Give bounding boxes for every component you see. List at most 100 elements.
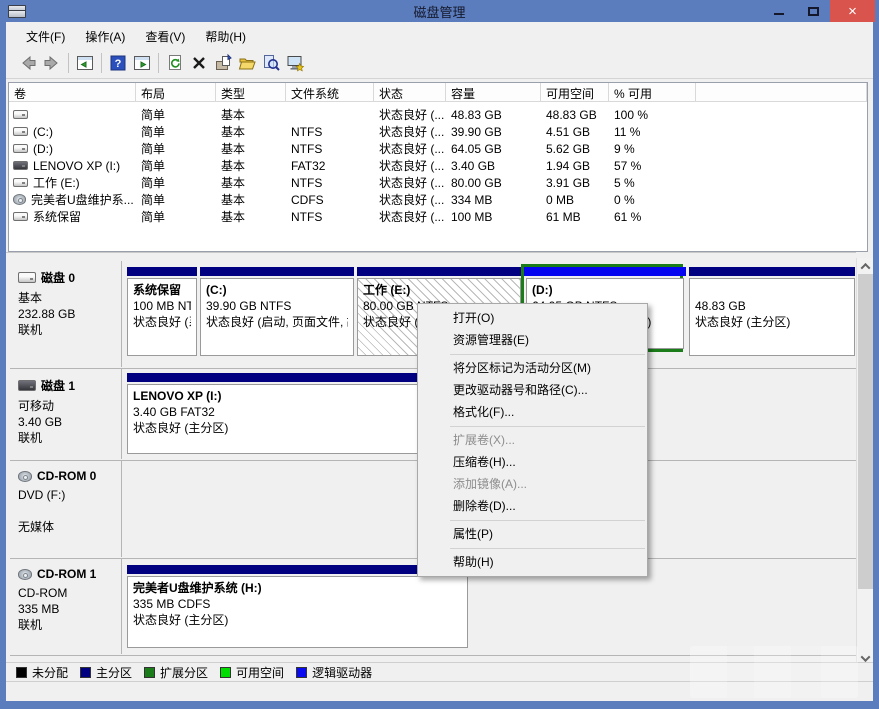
scroll-up-button[interactable] — [857, 258, 874, 274]
cell-free: 48.83 GB — [541, 108, 609, 122]
app-icon — [8, 5, 24, 17]
disk1-label[interactable]: 磁盘 1 可移动 3.40 GB 联机 — [10, 369, 122, 459]
refresh-button[interactable] — [163, 51, 187, 75]
back-button[interactable] — [16, 51, 40, 75]
table-row[interactable]: (C:) 简单 基本 NTFS 状态良好 (... 39.90 GB 4.51 … — [9, 123, 867, 140]
close-button[interactable]: × — [830, 0, 875, 22]
menu-item-mark-active[interactable]: 将分区标记为活动分区(M) — [418, 357, 647, 379]
cell-filesystem: NTFS — [286, 176, 374, 190]
table-row[interactable]: 系统保留 简单 基本 NTFS 状态良好 (... 100 MB 61 MB 6… — [9, 208, 867, 225]
table-row[interactable]: 简单 基本 状态良好 (... 48.83 GB 48.83 GB 100 % — [9, 106, 867, 123]
cell-type: 基本 — [216, 106, 286, 123]
toolbar-separator — [101, 53, 102, 73]
window-border-right — [873, 22, 879, 709]
column-header-free[interactable]: 可用空间 — [541, 83, 609, 101]
menu-item-shrink-volume[interactable]: 压缩卷(H)... — [418, 451, 647, 473]
minimize-icon — [774, 13, 784, 15]
table-row[interactable]: 工作 (E:) 简单 基本 NTFS 状态良好 (... 80.00 GB 3.… — [9, 174, 867, 191]
disk-status: 联机 — [18, 617, 115, 633]
table-row[interactable]: LENOVO XP (I:) 简单 基本 FAT32 状态良好 (... 3.4… — [9, 157, 867, 174]
menu-item-explorer[interactable]: 资源管理器(E) — [418, 329, 647, 351]
maximize-icon — [808, 7, 819, 16]
partition-lenovo-xp[interactable]: LENOVO XP (I:) 3.40 GB FAT32 状态良好 (主分区) — [127, 373, 420, 454]
disk-size — [18, 503, 115, 519]
forward-arrow-icon — [42, 53, 62, 73]
open-folder-button[interactable] — [235, 51, 259, 75]
disk-size: 3.40 GB — [18, 414, 115, 430]
table-row[interactable]: 完美者U盘维护系... 简单 基本 CDFS 状态良好 (... 334 MB … — [9, 191, 867, 208]
menu-item-properties[interactable]: 属性(P) — [418, 523, 647, 545]
partition-status: 状态良好 (主分区) — [695, 314, 849, 330]
view-button[interactable] — [259, 51, 283, 75]
partition-unlettered[interactable]: 48.83 GB 状态良好 (主分区) — [689, 267, 855, 356]
manage-computer-icon — [285, 53, 305, 73]
show-action-pane-button[interactable] — [130, 51, 154, 75]
cd-icon — [13, 194, 26, 205]
menu-separator — [450, 354, 645, 355]
column-header-type[interactable]: 类型 — [216, 83, 286, 101]
menu-item-help[interactable]: 帮助(H) — [418, 551, 647, 573]
menu-file[interactable]: 文件(F) — [16, 25, 75, 48]
column-header-capacity[interactable]: 容量 — [446, 83, 541, 101]
cdrom1-label[interactable]: CD-ROM 1 CD-ROM 335 MB 联机 — [10, 559, 122, 654]
menu-item-change-letter[interactable]: 更改驱动器号和路径(C)... — [418, 379, 647, 401]
menu-separator — [450, 520, 645, 521]
menu-action[interactable]: 操作(A) — [75, 25, 135, 48]
minimize-button[interactable] — [762, 0, 796, 22]
close-icon: × — [848, 4, 857, 19]
cell-pctfree: 0 % — [609, 193, 696, 207]
cell-pctfree: 5 % — [609, 176, 696, 190]
column-header-pctfree[interactable]: % 可用 — [609, 83, 696, 101]
volume-name: (C:) — [33, 125, 53, 139]
cell-type: 基本 — [216, 208, 286, 225]
scrollbar-thumb[interactable] — [858, 274, 873, 589]
partition-c[interactable]: (C:) 39.90 GB NTFS 状态良好 (启动, 页面文件, 故障转储,… — [200, 267, 354, 356]
properties-button[interactable] — [211, 51, 235, 75]
cell-free: 5.62 GB — [541, 142, 609, 156]
show-console-tree-button[interactable] — [73, 51, 97, 75]
table-row[interactable]: (D:) 简单 基本 NTFS 状态良好 (... 64.05 GB 5.62 … — [9, 140, 867, 157]
drive-icon — [13, 178, 28, 187]
menu-help[interactable]: 帮助(H) — [195, 25, 256, 48]
volume-name: LENOVO XP (I:) — [33, 159, 120, 173]
help-button[interactable]: ? — [106, 51, 130, 75]
volume-name: 完美者U盘维护系... — [31, 191, 134, 208]
removable-disk-icon — [18, 380, 36, 391]
disk-size: 335 MB — [18, 601, 115, 617]
cell-layout: 简单 — [136, 123, 216, 140]
toolbar-separator — [68, 53, 69, 73]
primary-partition-bar — [200, 267, 354, 276]
cell-status: 状态良好 (... — [374, 106, 446, 123]
partition-h-usb-maintenance[interactable]: 完美者U盘维护系统 (H:) 335 MB CDFS 状态良好 (主分区) — [127, 565, 468, 648]
cell-capacity: 3.40 GB — [446, 159, 541, 173]
window-border-bottom — [0, 701, 879, 709]
cell-free: 61 MB — [541, 210, 609, 224]
delete-button[interactable] — [187, 51, 211, 75]
menu-item-format[interactable]: 格式化(F)... — [418, 401, 647, 423]
manage-computer-button[interactable] — [283, 51, 307, 75]
chevron-up-icon — [861, 262, 871, 272]
vertical-scrollbar[interactable] — [856, 258, 873, 666]
legend-label: 扩展分区 — [160, 664, 208, 681]
partition-system-reserved[interactable]: 系统保留 100 MB NTFS 状态良好 (系统, 活动, 主分区) — [127, 267, 197, 356]
legend-label: 逻辑驱动器 — [312, 664, 372, 681]
column-header-status[interactable]: 状态 — [374, 83, 446, 101]
menu-item-open[interactable]: 打开(O) — [418, 307, 647, 329]
legend-bar: 未分配 主分区 扩展分区 可用空间 逻辑驱动器 — [6, 662, 873, 682]
column-header-volume[interactable]: 卷 — [9, 83, 136, 101]
disk0-label[interactable]: 磁盘 0 基本 232.88 GB 联机 — [10, 261, 122, 367]
column-header-filesystem[interactable]: 文件系统 — [286, 83, 374, 101]
menu-view[interactable]: 查看(V) — [135, 25, 195, 48]
volume-name: 系统保留 — [33, 208, 81, 225]
legend-freespace: 可用空间 — [220, 664, 284, 681]
column-header-layout[interactable]: 布局 — [136, 83, 216, 101]
disk-management-window: 磁盘管理 × 文件(F) 操作(A) 查看(V) 帮助(H) ? — [0, 0, 879, 709]
cdrom0-label[interactable]: CD-ROM 0 DVD (F:) 无媒体 — [10, 461, 122, 557]
maximize-button[interactable] — [796, 0, 830, 22]
partition-name: 系统保留 — [133, 282, 191, 298]
legend-label: 可用空间 — [236, 664, 284, 681]
forward-button[interactable] — [40, 51, 64, 75]
window-title: 磁盘管理 — [0, 2, 879, 21]
menu-item-delete-volume[interactable]: 删除卷(D)... — [418, 495, 647, 517]
cell-capacity: 39.90 GB — [446, 125, 541, 139]
